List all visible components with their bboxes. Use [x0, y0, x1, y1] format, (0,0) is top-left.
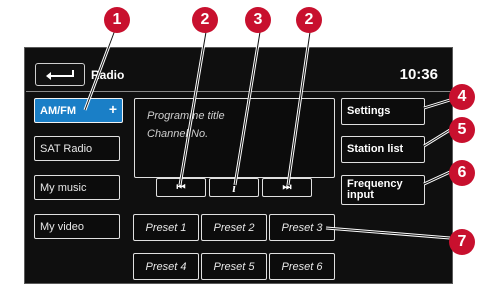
source-my-music-button[interactable]: My music: [34, 175, 120, 200]
header-divider: [26, 91, 451, 92]
source-my-video-button[interactable]: My video: [34, 214, 120, 239]
source-label: My music: [40, 181, 87, 194]
callout-1: 1: [104, 7, 130, 33]
callout-6: 6: [449, 160, 475, 186]
frequency-input-label: Frequency input: [347, 178, 403, 201]
preset-button[interactable]: Preset 2: [201, 214, 267, 241]
now-playing-panel: Programme title Channel No.: [134, 98, 335, 178]
skip-forward-icon: ⏭: [282, 182, 292, 193]
info-icon: i: [232, 179, 236, 195]
channel-number: Channel No.: [147, 128, 209, 140]
clock: 10:36: [399, 66, 438, 83]
skip-back-icon: ⏮: [176, 182, 186, 193]
preset-button[interactable]: Preset 4: [133, 253, 199, 280]
programme-title: Programme title: [147, 110, 225, 122]
preset-label: Preset 4: [145, 260, 187, 273]
preset-label: Preset 2: [213, 221, 255, 234]
back-arrow-icon: [46, 70, 74, 80]
preset-label: Preset 3: [281, 221, 323, 234]
source-label: AM/FM: [40, 104, 77, 117]
page-title: Radio: [91, 68, 125, 82]
preset-label: Preset 6: [281, 260, 323, 273]
settings-button[interactable]: Settings: [341, 98, 425, 125]
callout-4: 4: [449, 84, 475, 110]
preset-label: Preset 5: [213, 260, 255, 273]
callout-2a: 2: [192, 7, 218, 33]
preset-label: Preset 1: [145, 221, 187, 234]
callout-5: 5: [449, 117, 475, 143]
plus-icon: +: [108, 101, 117, 117]
preset-button[interactable]: Preset 6: [269, 253, 335, 280]
preset-button[interactable]: Preset 5: [201, 253, 267, 280]
radio-screen: Radio 10:36 AM/FM + SAT Radio My music M…: [24, 47, 453, 284]
info-button[interactable]: i: [209, 178, 259, 197]
preset-button[interactable]: Preset 1: [133, 214, 199, 241]
previous-button[interactable]: ⏮: [156, 178, 206, 197]
source-label: My video: [40, 220, 85, 233]
back-button[interactable]: [35, 63, 85, 86]
station-list-label: Station list: [347, 143, 404, 155]
next-button[interactable]: ⏭: [262, 178, 312, 197]
callout-2b: 2: [296, 7, 322, 33]
source-sat-radio-button[interactable]: SAT Radio: [34, 136, 120, 161]
callout-7: 7: [449, 229, 475, 255]
callout-3: 3: [245, 7, 271, 33]
frequency-input-button[interactable]: Frequency input: [341, 175, 425, 205]
settings-label: Settings: [347, 105, 391, 117]
source-amfm-button[interactable]: AM/FM +: [34, 98, 123, 123]
source-label: SAT Radio: [40, 142, 93, 155]
station-list-button[interactable]: Station list: [341, 136, 425, 163]
preset-button[interactable]: Preset 3: [269, 214, 335, 241]
